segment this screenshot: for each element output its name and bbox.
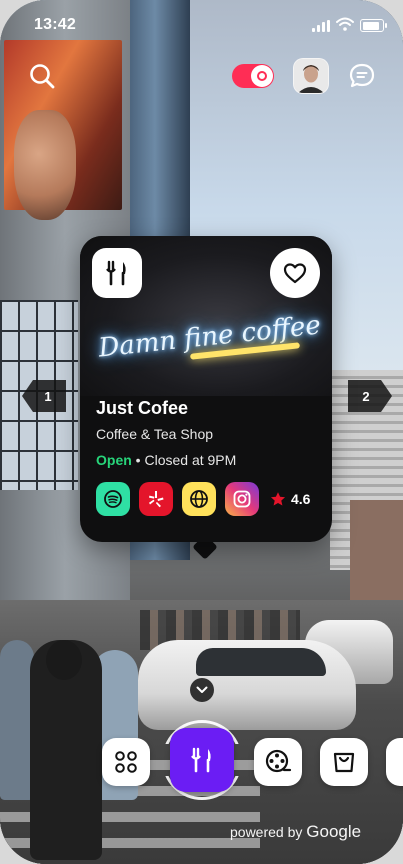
instagram-button[interactable] — [225, 482, 259, 516]
place-card[interactable]: Damn fine coffee Just Cofee Coffee & Tea… — [80, 236, 332, 542]
yelp-icon — [149, 491, 164, 508]
avatar-icon — [294, 59, 328, 93]
place-hours: Open • Closed at 9PM — [96, 452, 236, 468]
powered-prefix: powered by — [230, 824, 303, 840]
open-status: Open — [96, 452, 132, 468]
closing-time: Closed at 9PM — [144, 452, 237, 468]
bag-icon — [333, 752, 355, 773]
chevron-down-icon — [196, 686, 208, 693]
favorite-button[interactable] — [270, 248, 320, 298]
next-place-number: 2 — [362, 388, 370, 404]
wifi-icon — [336, 17, 354, 31]
avatar[interactable] — [293, 58, 329, 94]
spotify-button[interactable] — [96, 482, 130, 516]
live-icon — [257, 71, 267, 81]
google-logo: Google — [306, 822, 362, 841]
globe-icon — [190, 490, 208, 508]
pedestrian — [0, 640, 34, 800]
pedestrian-head — [46, 640, 82, 680]
place-links: 4.6 — [96, 482, 310, 516]
heart-icon — [283, 263, 307, 284]
chat-icon[interactable] — [348, 62, 376, 90]
category-badge — [92, 248, 142, 298]
rating-value: 4.6 — [291, 491, 311, 507]
place-rating: 4.6 — [270, 491, 310, 507]
signal-icon — [312, 20, 330, 32]
apps-icon — [115, 751, 137, 773]
billboard-face — [14, 110, 76, 220]
yelp-button[interactable] — [139, 482, 173, 516]
hours-separator: • — [135, 452, 141, 468]
status-bar: 13:42 — [0, 0, 403, 52]
place-name: Just Cofee — [96, 398, 189, 418]
food-icon — [191, 747, 211, 773]
status-time: 13:42 — [34, 16, 76, 33]
prev-place-number: 1 — [44, 388, 52, 404]
category-film-button[interactable] — [254, 738, 302, 786]
car-window — [196, 648, 326, 676]
film-icon — [265, 749, 292, 773]
search-icon[interactable] — [28, 62, 56, 90]
toggle-knob — [251, 65, 273, 87]
star-icon — [270, 492, 286, 506]
billboard — [4, 40, 122, 220]
place-category: Coffee & Tea Shop — [96, 426, 214, 442]
powered-by-google: powered by Google — [230, 822, 361, 842]
instagram-icon — [233, 490, 251, 508]
utensils-icon — [106, 260, 126, 286]
category-all-button[interactable] — [102, 738, 150, 786]
website-button[interactable] — [182, 482, 216, 516]
battery-icon — [360, 19, 387, 32]
phone-frame: 13:42 1 2 Damn fine coffee Just Cofee Co… — [0, 0, 403, 864]
category-shopping-button[interactable] — [320, 738, 368, 786]
collapse-button[interactable] — [190, 678, 214, 702]
category-more-button[interactable] — [386, 738, 403, 786]
live-toggle[interactable] — [232, 64, 274, 88]
category-food-button[interactable] — [170, 728, 234, 792]
spotify-icon — [104, 490, 122, 508]
